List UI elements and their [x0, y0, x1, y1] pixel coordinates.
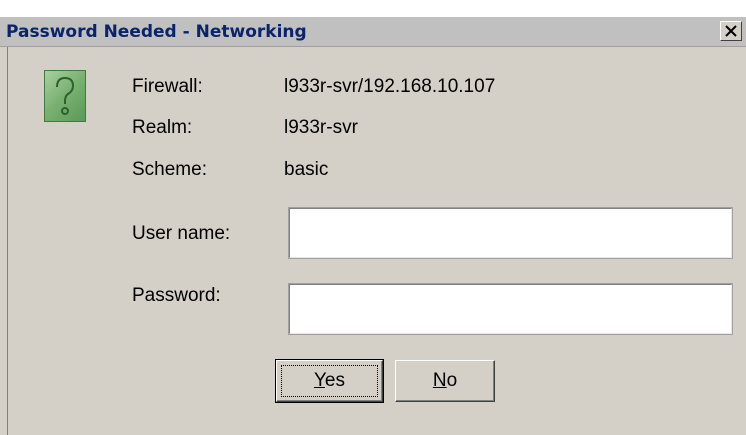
- realm-value: l933r-svr: [284, 117, 358, 138]
- no-button-label: No: [433, 370, 457, 392]
- no-button[interactable]: No: [395, 360, 495, 402]
- yes-button[interactable]: Yes: [275, 359, 384, 403]
- yes-button-label: Yes: [314, 370, 345, 392]
- firewall-value: l933r-svr/192.168.10.107: [284, 76, 496, 97]
- dialog-left-border: [0, 47, 8, 435]
- help-question-icon: [44, 70, 86, 122]
- username-input[interactable]: [288, 207, 733, 259]
- no-label-rest: o: [446, 370, 458, 391]
- realm-label: Realm:: [132, 117, 193, 138]
- username-label: User name:: [132, 223, 231, 244]
- no-mnemonic: N: [432, 370, 447, 391]
- page-background: [0, 0, 746, 17]
- password-label: Password:: [132, 285, 221, 306]
- close-icon: [725, 25, 737, 37]
- yes-label-rest: es: [324, 370, 345, 391]
- window-title: Password Needed - Networking: [6, 22, 307, 42]
- scheme-label: Scheme:: [132, 159, 207, 180]
- title-bar[interactable]: Password Needed - Networking: [0, 17, 746, 47]
- firewall-label: Firewall:: [132, 76, 203, 97]
- yes-mnemonic: Y: [313, 370, 325, 391]
- close-button[interactable]: [720, 21, 742, 41]
- password-input[interactable]: [288, 283, 733, 335]
- scheme-value: basic: [284, 159, 329, 180]
